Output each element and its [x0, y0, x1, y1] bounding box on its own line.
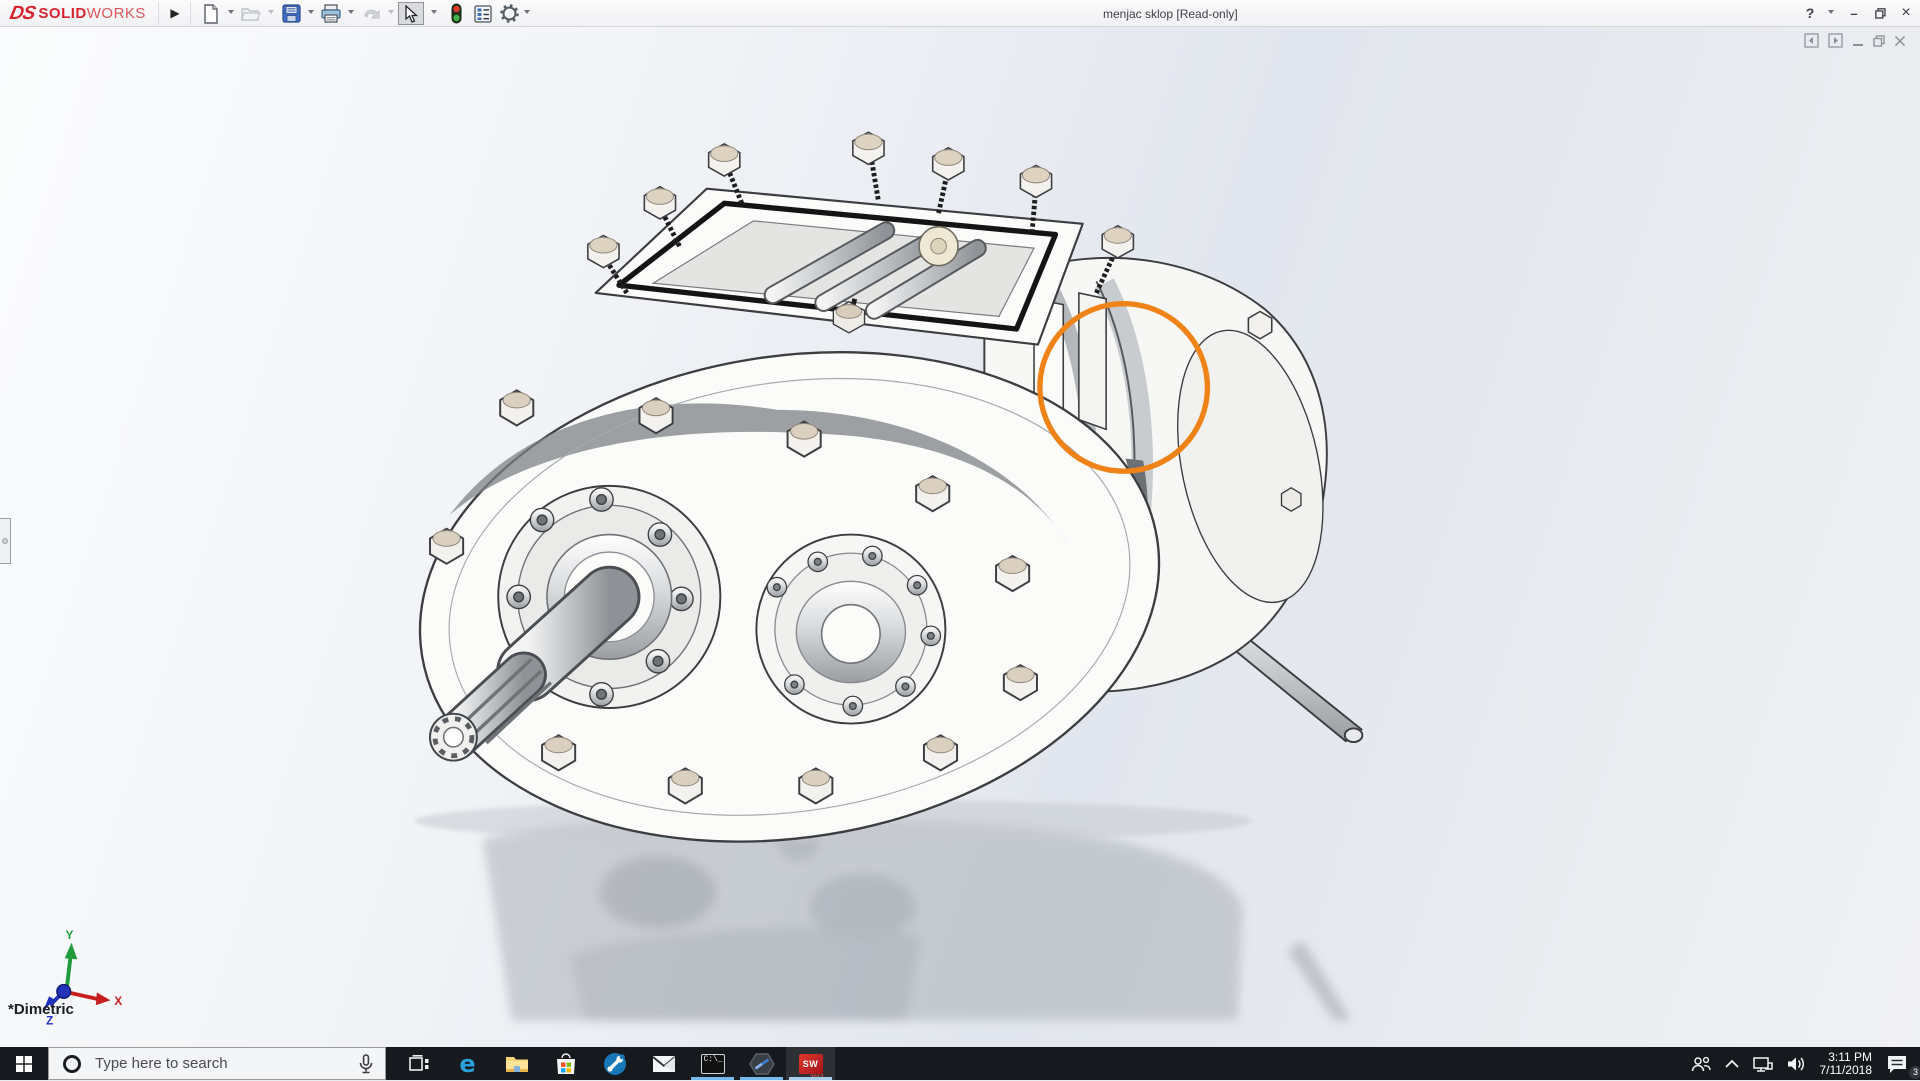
select-cursor-icon	[404, 5, 418, 23]
volume-button[interactable]	[1780, 1047, 1812, 1080]
mail-button[interactable]	[639, 1047, 688, 1080]
chevron-up-icon	[1724, 1059, 1740, 1069]
undo-button[interactable]	[358, 2, 384, 25]
command-prompt-icon: C:\_	[701, 1054, 725, 1074]
select-button[interactable]	[398, 2, 424, 25]
command-prompt-button[interactable]: C:\_	[688, 1047, 737, 1080]
help-button[interactable]: ?	[1798, 0, 1822, 26]
clock[interactable]: 3:11 PM 7/11/2018	[1812, 1051, 1881, 1077]
secondary-bearing-boss	[756, 535, 945, 724]
edge-button[interactable]: e	[443, 1047, 492, 1080]
search-placeholder: Type here to search	[95, 1055, 359, 1072]
file-explorer-icon	[505, 1054, 529, 1074]
options-dropdown-caret[interactable]	[524, 10, 530, 14]
task-view-icon	[408, 1053, 430, 1075]
taskbar-search-input[interactable]: Type here to search	[48, 1047, 386, 1080]
open-folder-icon	[241, 5, 261, 23]
hex-bolt	[853, 132, 884, 199]
network-button[interactable]	[1746, 1047, 1780, 1080]
hex-utility-button[interactable]	[737, 1047, 786, 1080]
graphics-viewport[interactable]: X Y Z *Dimetric	[0, 27, 1920, 1047]
options-button[interactable]	[496, 2, 522, 25]
solidworks-logo[interactable]: DS SOLIDWORKS	[10, 3, 146, 24]
select-dropdown-caret[interactable]	[431, 10, 437, 14]
triad-y-label: Y	[66, 929, 74, 942]
task-view-button[interactable]	[394, 1047, 443, 1080]
action-center-icon	[1886, 1054, 1908, 1074]
taskbar: Type here to search e	[0, 1047, 1920, 1080]
windows-logo-icon	[16, 1056, 32, 1072]
hexagon-app-icon	[749, 1052, 775, 1076]
open-button[interactable]	[238, 2, 264, 25]
options-gear-icon	[500, 4, 519, 23]
file-explorer-button[interactable]	[492, 1047, 541, 1080]
tray-overflow-button[interactable]	[1718, 1047, 1746, 1080]
people-button[interactable]	[1684, 1047, 1718, 1080]
restore-button[interactable]	[1868, 0, 1892, 26]
tray-date: 7/11/2018	[1820, 1064, 1873, 1077]
undo-icon	[361, 6, 381, 22]
system-tray: 3:11 PM 7/11/2018 3	[1684, 1047, 1920, 1080]
close-button[interactable]: ×	[1894, 0, 1918, 26]
hex-bolt	[933, 148, 964, 213]
network-icon	[1752, 1055, 1774, 1073]
file-properties-button[interactable]	[470, 2, 496, 25]
triad-x-label: X	[114, 995, 122, 1008]
rebuild-button[interactable]	[443, 2, 469, 25]
floor-reflection	[483, 816, 1352, 1020]
save-icon	[282, 4, 301, 23]
solidworks-2017-button[interactable]: SW 2017	[786, 1047, 835, 1080]
tray-time: 3:11 PM	[1820, 1051, 1873, 1064]
minimize-button[interactable]: –	[1842, 0, 1866, 26]
notification-badge: 3	[1909, 1066, 1920, 1079]
mail-icon	[652, 1055, 676, 1073]
print-icon	[321, 4, 341, 23]
help-dropdown-caret[interactable]	[1828, 10, 1834, 14]
volume-icon	[1786, 1055, 1806, 1073]
undo-dropdown-caret[interactable]	[388, 10, 394, 14]
new-document-icon	[202, 4, 220, 24]
view-orientation-label: *Dimetric	[8, 1001, 74, 1018]
solidworks-app-icon: SW 2017	[799, 1054, 823, 1074]
new-document-button[interactable]	[198, 2, 224, 25]
wrench-circle-icon	[603, 1052, 627, 1076]
action-center-button[interactable]: 3	[1880, 1047, 1920, 1080]
microphone-icon[interactable]	[359, 1054, 373, 1074]
store-button[interactable]	[541, 1047, 590, 1080]
rebuild-traffic-light-icon	[451, 3, 462, 24]
save-button[interactable]	[278, 2, 304, 25]
menu-flyout-arrow[interactable]: ▶	[163, 2, 187, 25]
print-dropdown-caret[interactable]	[348, 10, 354, 14]
ds-logo-mark: DS	[8, 3, 37, 25]
solidworks-wordmark: SOLIDWORKS	[38, 5, 146, 22]
print-button[interactable]	[318, 2, 344, 25]
cortana-icon[interactable]	[63, 1055, 81, 1073]
window-title: menjac sklop [Read-only]	[1103, 7, 1238, 21]
restore-icon	[1875, 8, 1886, 19]
file-properties-icon	[474, 5, 492, 23]
open-dropdown-caret[interactable]	[268, 10, 274, 14]
titlebar: DS SOLIDWORKS ▶	[0, 0, 1920, 27]
start-button[interactable]	[0, 1047, 48, 1080]
new-dropdown-caret[interactable]	[228, 10, 234, 14]
settings-tool-button[interactable]	[590, 1047, 639, 1080]
toolbar-separator	[158, 2, 159, 25]
gearbox-model	[384, 132, 1362, 893]
store-icon	[555, 1053, 577, 1075]
toolbar-separator	[190, 2, 191, 25]
gearbox-assembly-model[interactable]: X Y Z	[0, 27, 1920, 1047]
people-icon	[1690, 1055, 1712, 1073]
save-dropdown-caret[interactable]	[308, 10, 314, 14]
edge-icon: e	[459, 1052, 475, 1076]
